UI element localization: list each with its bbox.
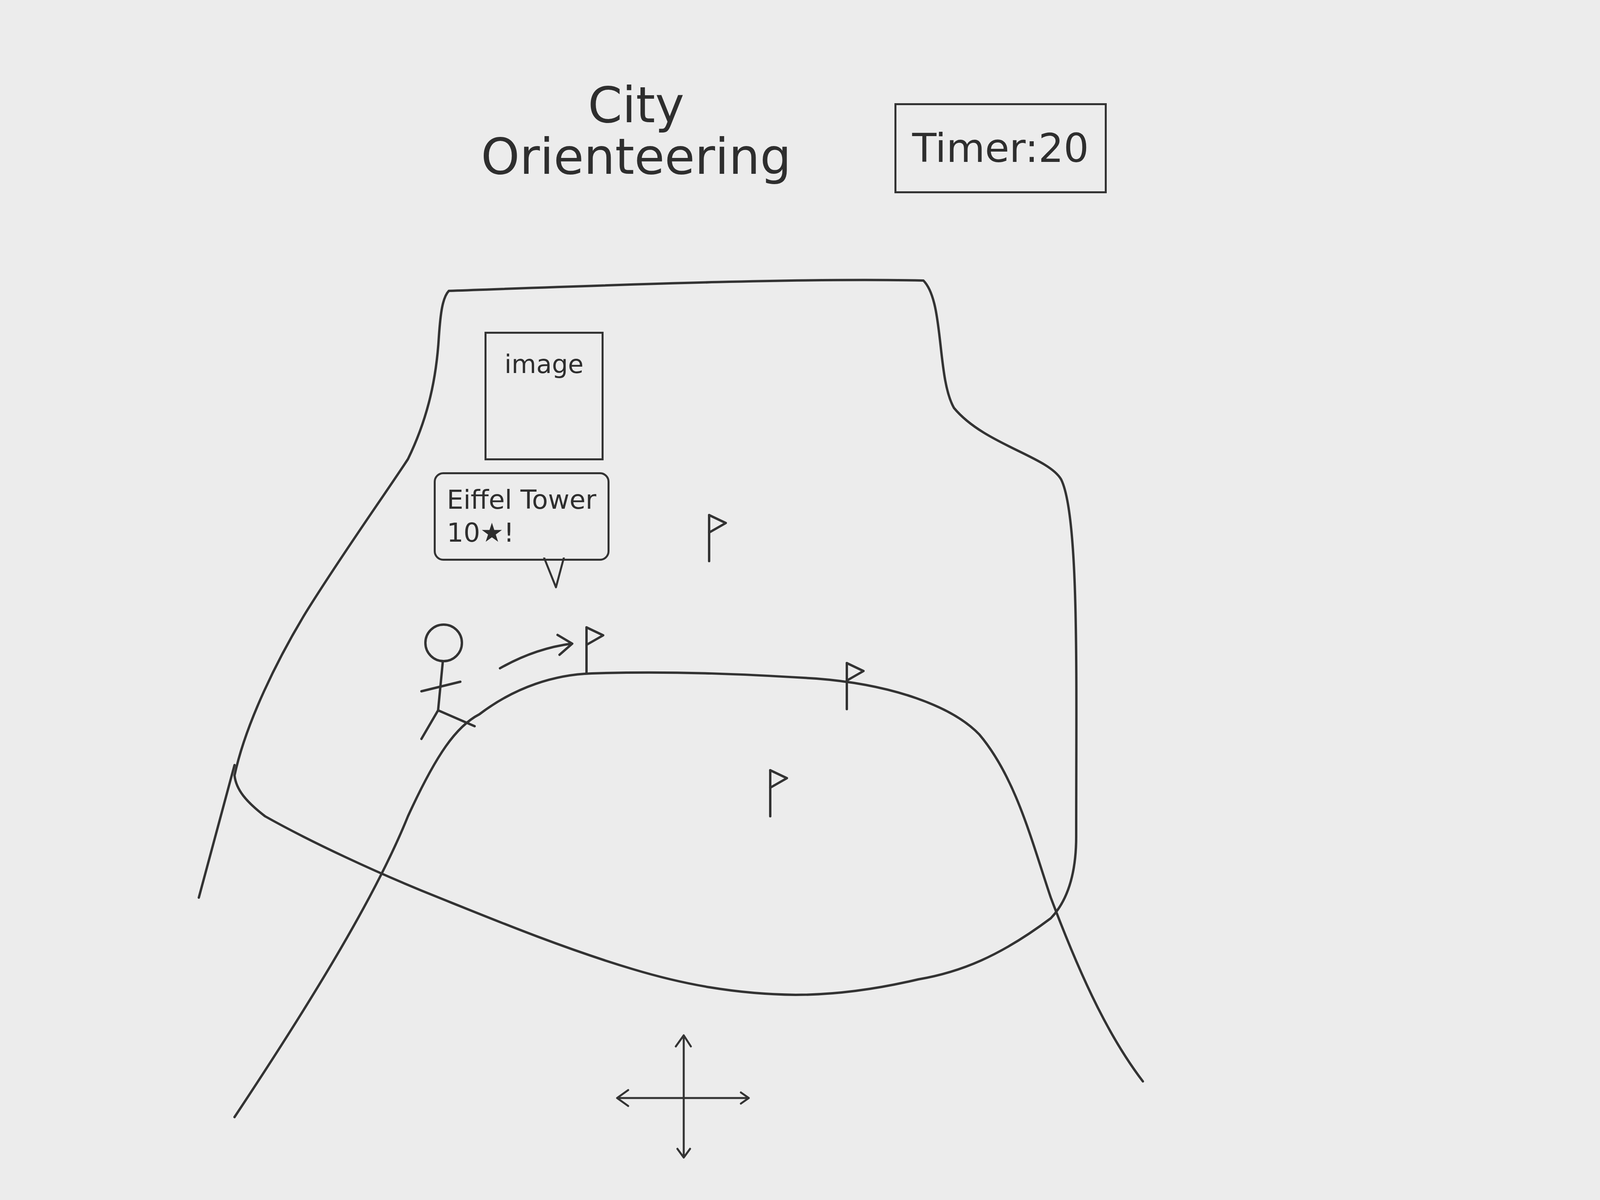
arrow-center [659, 1075, 708, 1119]
up-button[interactable] [659, 1031, 708, 1075]
bubble-tail [536, 557, 576, 590]
flag-icon[interactable] [770, 770, 787, 817]
timer: Timer:20 [894, 103, 1107, 194]
flag-info-bubble: Eiffel Tower10★! [433, 472, 610, 561]
river [234, 672, 1143, 1118]
right-button[interactable] [707, 1075, 756, 1119]
down-arrow-icon [659, 1118, 708, 1163]
up-arrow-icon [659, 1031, 708, 1075]
direction-arrow-icon [500, 634, 573, 669]
landmark-image: image [484, 331, 604, 461]
flag-icon[interactable] [846, 663, 864, 710]
road [198, 765, 235, 898]
flag-icon[interactable] [709, 515, 726, 562]
map [0, 0, 1600, 1200]
city-area [234, 280, 1077, 995]
landmark-name: Eiffel Tower [446, 483, 597, 517]
cross-center-icon [659, 1075, 708, 1119]
right-arrow-icon [707, 1075, 756, 1119]
reward: 10★! [446, 516, 597, 550]
down-button[interactable] [659, 1118, 708, 1163]
game-title: CityOrienteering [480, 79, 792, 183]
player[interactable] [421, 624, 475, 739]
flag-icon[interactable] [586, 627, 604, 674]
game-screen: CityOrienteering Timer:20 image Eiffel Towe… [0, 0, 1600, 1200]
left-button[interactable] [612, 1075, 660, 1119]
arrow-controls [612, 1031, 756, 1163]
header: CityOrienteering Timer:20 [0, 0, 1600, 194]
left-arrow-icon [612, 1075, 660, 1119]
